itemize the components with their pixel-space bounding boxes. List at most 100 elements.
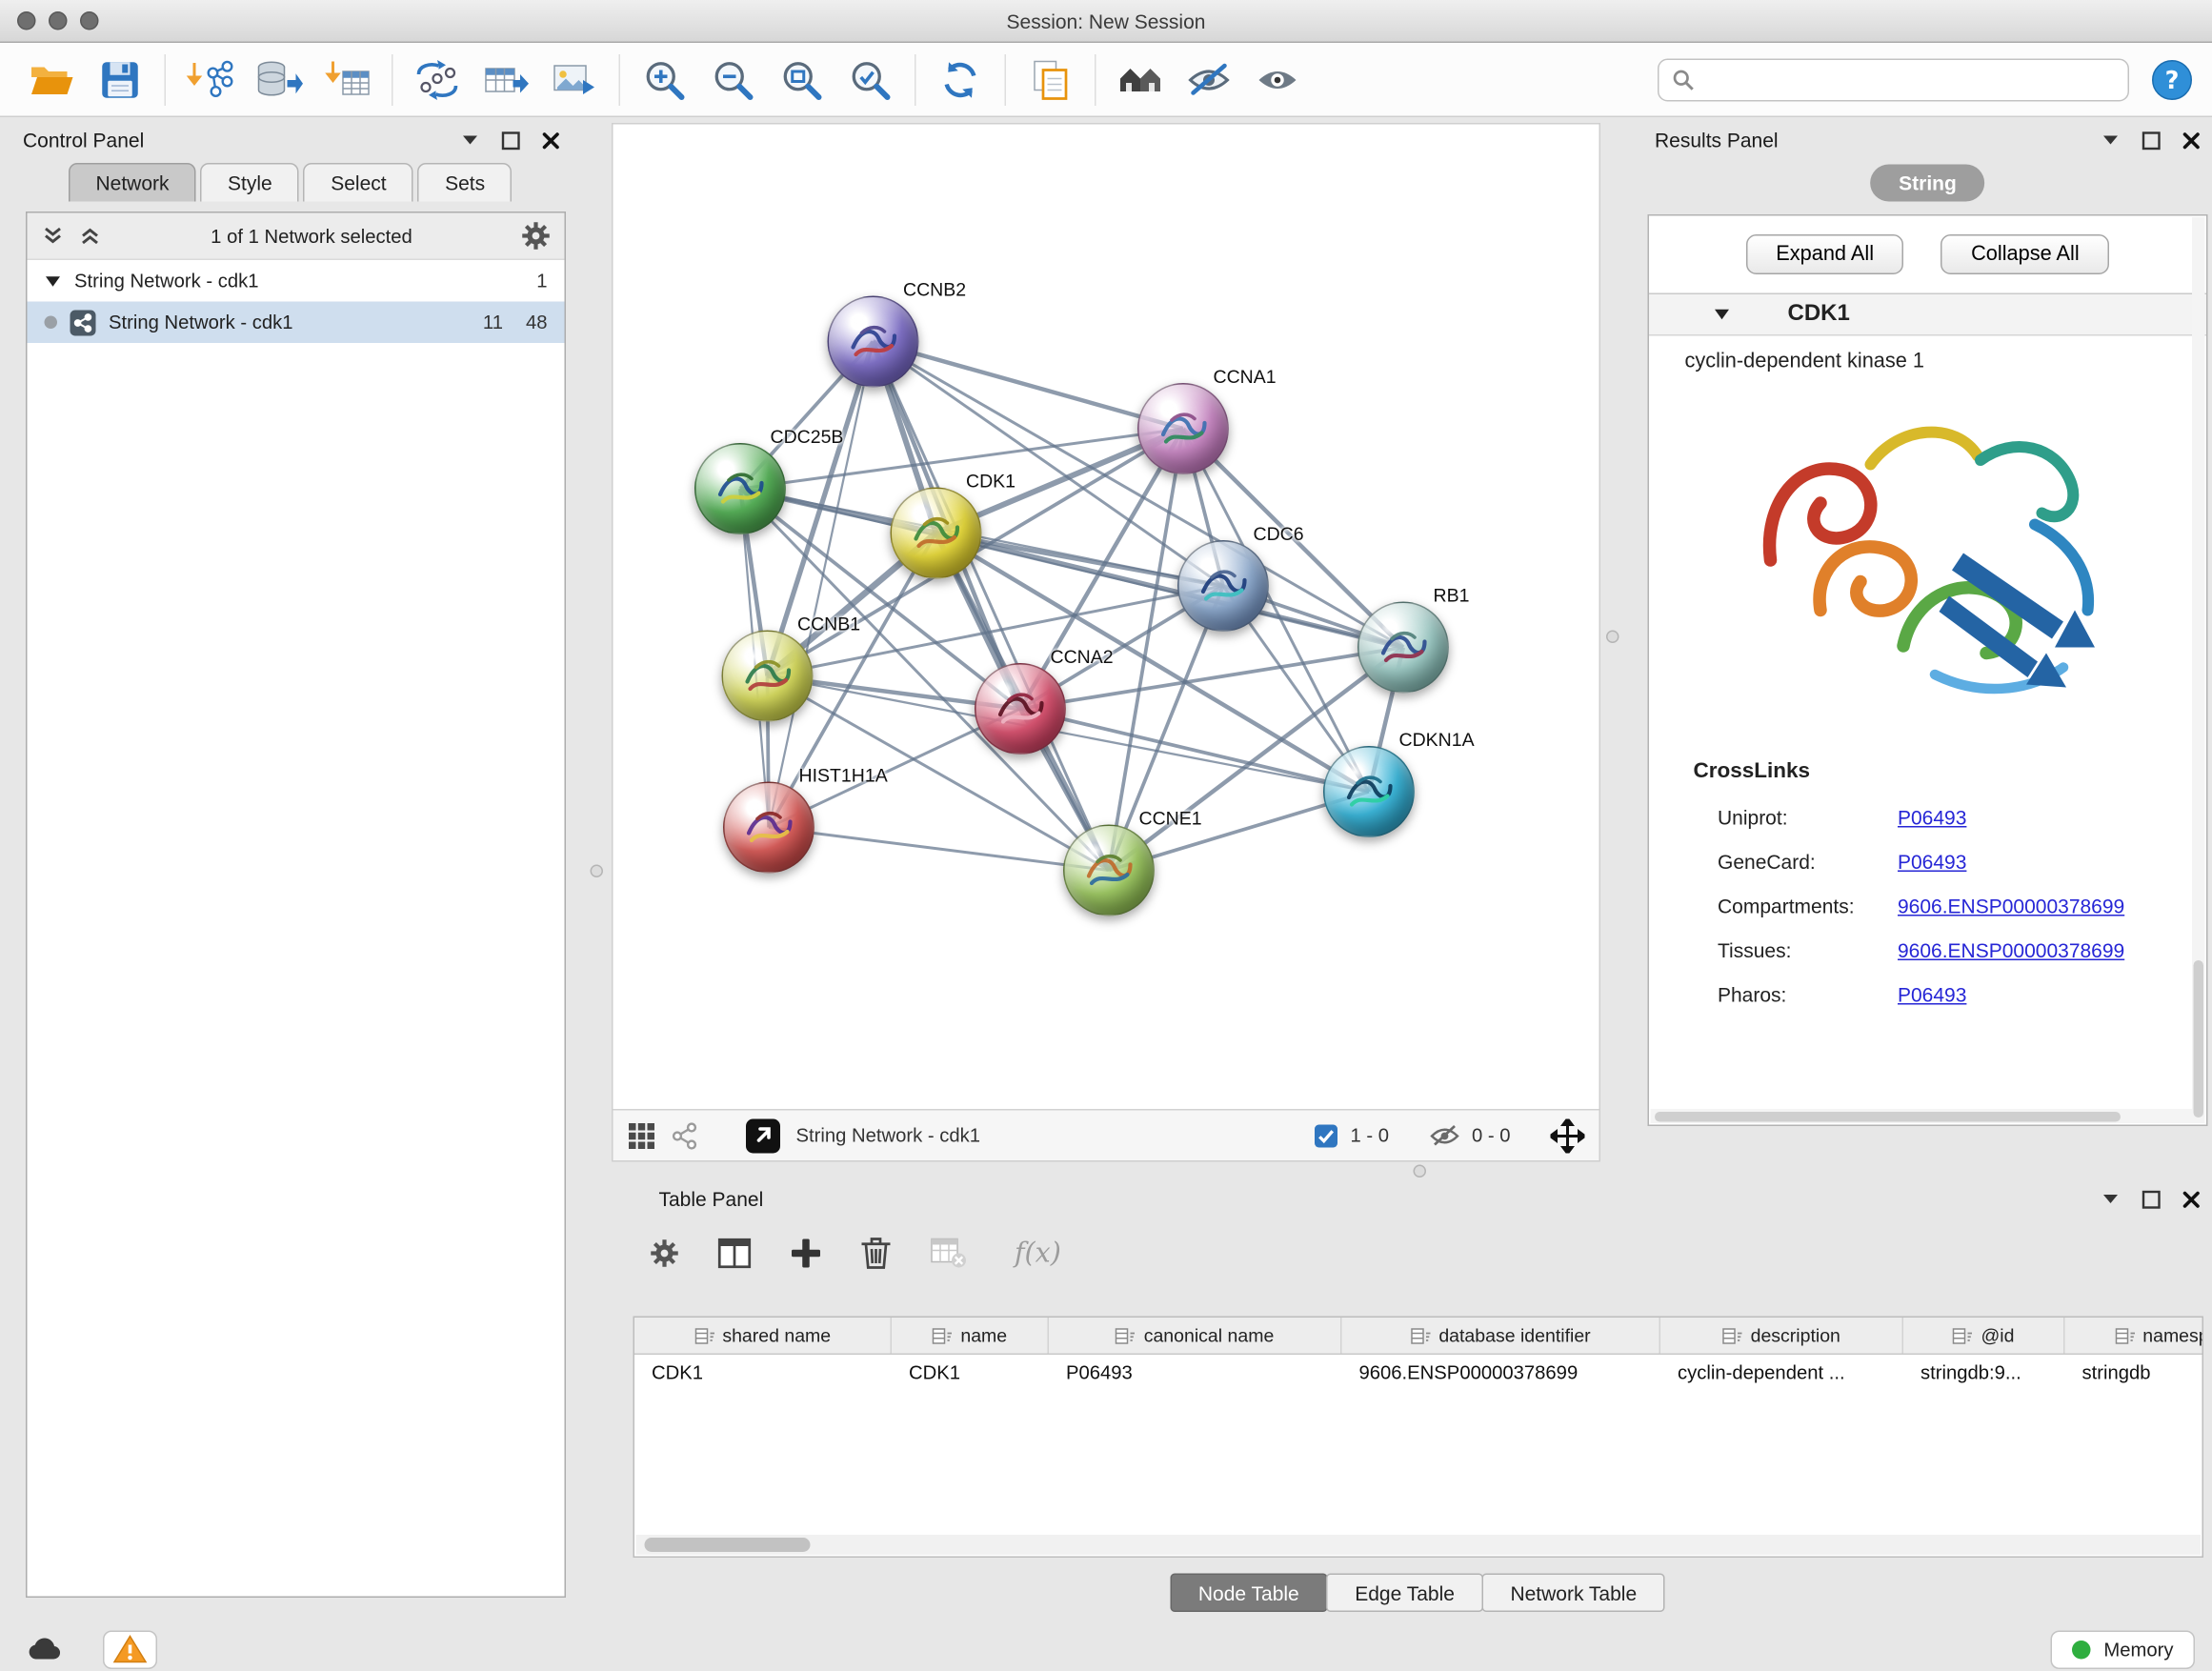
import-network-from-file-button[interactable] [176,50,245,110]
zoom-selected-button[interactable] [836,50,905,110]
birdseye-view-icon[interactable] [671,1121,699,1150]
table-tab-edge-table[interactable]: Edge Table [1326,1574,1483,1613]
panel-float-icon[interactable] [2142,1190,2162,1209]
control-tab-style[interactable]: Style [201,163,300,202]
table-horizontal-scrollbar[interactable] [636,1535,2202,1555]
selected-checkbox-icon[interactable] [1313,1122,1338,1148]
collapse-all-button[interactable]: Collapse All [1941,234,2110,274]
apply-layout-button[interactable] [926,50,995,110]
network-edge[interactable] [874,342,1184,430]
network-node-CCNB2[interactable] [828,296,919,388]
home-button[interactable] [1106,50,1175,110]
memory-button[interactable]: Memory [2051,1630,2195,1669]
zoom-fit-content-button[interactable] [768,50,836,110]
column-header-@id[interactable]: @id [1903,1318,2065,1354]
help-button[interactable]: ? [2149,56,2195,102]
panel-menu-icon[interactable] [460,133,480,148]
results-vertical-scrollbar[interactable] [2192,217,2205,1123]
network-node-CCNA2[interactable] [975,663,1066,755]
results-horizontal-scrollbar[interactable] [1651,1109,2193,1123]
network-collection-row[interactable]: String Network - cdk1 1 [28,260,565,302]
horizontal-splitter-handle[interactable] [1414,1165,1427,1178]
zoom-window-button[interactable] [80,11,99,30]
network-node-RB1[interactable] [1357,602,1449,694]
network-row-selected[interactable]: String Network - cdk1 11 48 [28,302,565,344]
network-edge[interactable] [769,828,1109,871]
table-tab-node-table[interactable]: Node Table [1170,1574,1328,1613]
open-session-button[interactable] [17,50,86,110]
table-settings-gear-icon[interactable] [651,1239,679,1268]
clone-network-button[interactable] [1016,50,1085,110]
new-table-button[interactable] [472,50,540,110]
control-tab-sets[interactable]: Sets [418,163,513,202]
crosslink-value-link[interactable]: 9606.ENSP00000378699 [1898,894,2124,916]
column-header-canonical-name[interactable]: canonical name [1049,1318,1342,1354]
scrollbar-thumb[interactable] [645,1538,811,1552]
section-collapse-icon[interactable] [1714,308,1731,322]
add-column-icon[interactable] [791,1238,822,1269]
tab-string[interactable]: String [1870,165,1985,202]
network-edge[interactable] [1020,709,1369,792]
crosslink-value-link[interactable]: P06493 [1898,982,1966,1005]
panel-close-icon[interactable] [2182,131,2202,150]
panel-menu-icon[interactable] [2101,133,2121,148]
crosslink-value-link[interactable]: P06493 [1898,850,1966,873]
toolbar-search-input[interactable] [1705,69,2116,91]
show-details-button[interactable] [1243,50,1312,110]
save-session-button[interactable] [86,50,154,110]
detach-view-button[interactable] [745,1117,782,1154]
network-node-CDC6[interactable] [1177,540,1269,632]
hide-details-button[interactable] [1175,50,1243,110]
grid-view-icon[interactable] [628,1121,656,1150]
expand-all-icon[interactable] [79,225,102,248]
control-tab-select[interactable]: Select [304,163,413,202]
protein-section-header[interactable]: CDK1 [1649,293,2206,336]
network-edge[interactable] [874,342,1110,871]
column-header-database-identifier[interactable]: database identifier [1342,1318,1661,1354]
table-tab-network-table[interactable]: Network Table [1481,1574,1665,1613]
zoom-out-button[interactable] [699,50,768,110]
network-node-HIST1H1A[interactable] [723,782,814,874]
hidden-eye-slash-icon[interactable] [1429,1122,1460,1148]
vertical-splitter-handle[interactable] [1606,631,1619,644]
network-node-CCNA1[interactable] [1137,383,1229,474]
network-node-CCNB1[interactable] [722,631,814,722]
column-header-name[interactable]: name [892,1318,1049,1354]
column-header-shared-name[interactable]: shared name [634,1318,892,1354]
tree-expand-icon[interactable] [45,273,62,288]
network-node-CCNE1[interactable] [1063,825,1155,916]
warnings-button[interactable] [103,1630,157,1669]
vertical-splitter-handle[interactable] [591,865,604,878]
column-header-description[interactable]: description [1660,1318,1903,1354]
panel-menu-icon[interactable] [2101,1192,2121,1206]
collapse-all-icon[interactable] [42,225,65,248]
network-options-gear-icon[interactable] [522,222,551,251]
column-header-namespac[interactable]: namespac [2065,1318,2204,1354]
close-window-button[interactable] [17,11,36,30]
network-node-CDC25B[interactable] [694,443,786,534]
import-table-from-file-button[interactable] [313,50,382,110]
search-box[interactable] [1658,58,2129,101]
import-network-from-database-button[interactable] [245,50,313,110]
network-node-CDK1[interactable] [891,488,982,579]
crosslink-value-link[interactable]: 9606.ENSP00000378699 [1898,938,2124,961]
network-node-CDKN1A[interactable] [1323,746,1415,837]
network-edge[interactable] [769,342,874,828]
expand-all-button[interactable]: Expand All [1746,234,1904,274]
panel-float-icon[interactable] [502,131,521,150]
export-image-button[interactable] [540,50,609,110]
table-row[interactable]: CDK1CDK1P064939606.ENSP00000378699cyclin… [634,1355,2202,1392]
panel-float-icon[interactable] [2142,131,2162,150]
fit-selected-crosshair-icon[interactable] [1551,1118,1585,1153]
panel-close-icon[interactable] [2182,1190,2202,1209]
cloud-status-button[interactable] [17,1630,71,1669]
delete-column-icon[interactable] [860,1237,892,1271]
crosslink-value-link[interactable]: P06493 [1898,805,1966,828]
panel-close-icon[interactable] [542,131,561,150]
show-columns-icon[interactable] [717,1238,752,1269]
new-network-button[interactable] [403,50,472,110]
control-tab-network[interactable]: Network [69,163,196,202]
minimize-window-button[interactable] [49,11,68,30]
network-canvas[interactable]: CCNB2CCNA1CDC25BCDK1CDC6RB1CCNB1CCNA2CDK… [613,125,1599,1110]
zoom-in-button[interactable] [631,50,699,110]
